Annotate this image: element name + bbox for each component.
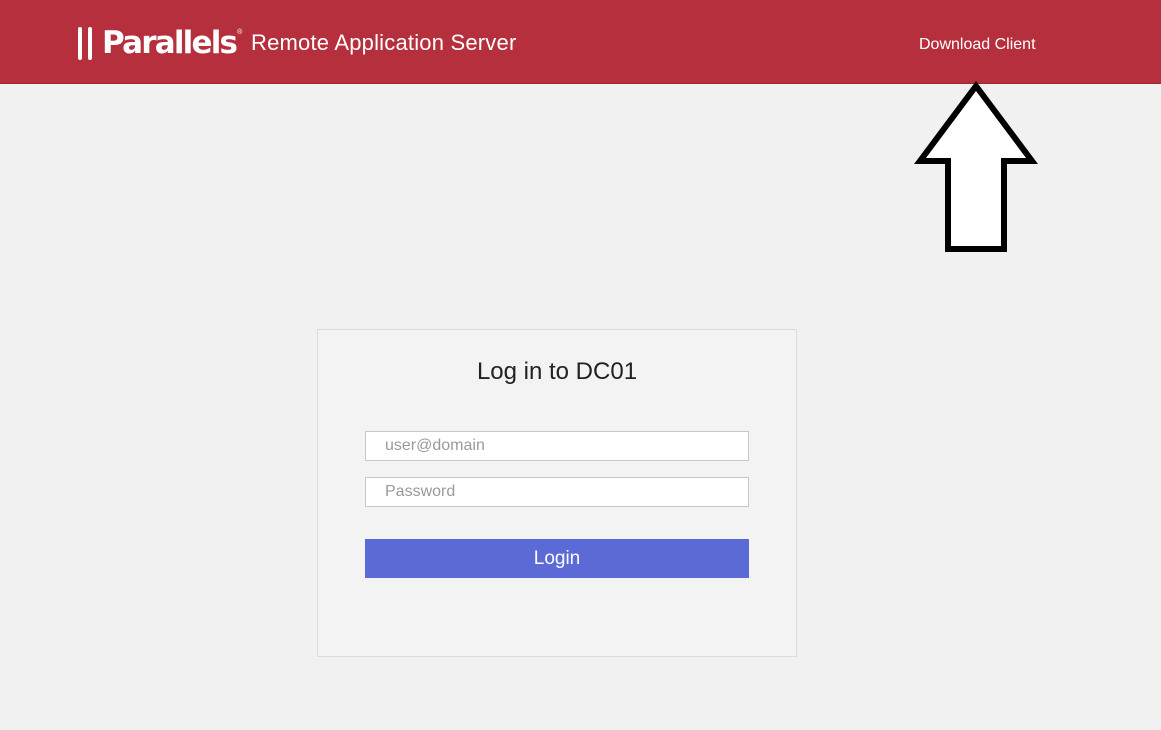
download-client-link[interactable]: Download Client [919,34,1036,56]
brand-name: Parallels [102,25,238,61]
up-arrow-icon [914,80,1038,252]
login-panel: Log in to DC01 Login [317,329,797,657]
registered-mark: ® [237,28,243,36]
parallels-logo: Parallels ® [78,25,242,61]
password-input[interactable] [365,477,749,507]
parallels-bars-icon [78,26,92,60]
username-input[interactable] [365,431,749,461]
app-title: Remote Application Server [251,30,517,55]
login-title: Log in to DC01 [476,358,638,385]
login-button[interactable]: Login [365,539,749,578]
top-header: Parallels ® Remote Application Server Do… [0,0,1161,84]
